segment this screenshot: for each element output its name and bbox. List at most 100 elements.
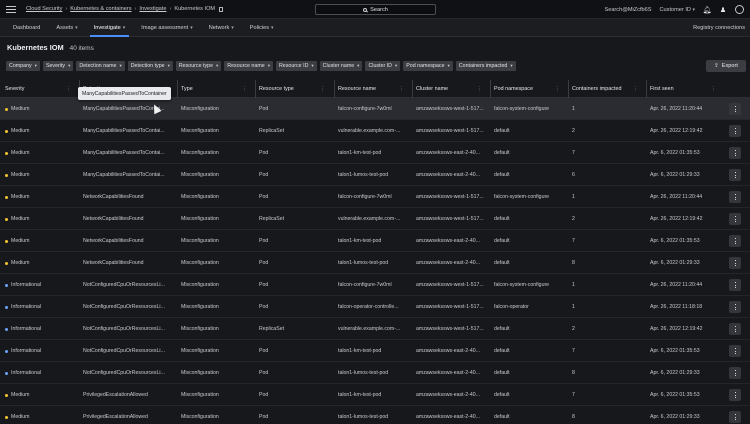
row-actions-button[interactable]	[729, 213, 741, 225]
breadcrumb-investigate[interactable]: Investigate	[139, 6, 166, 12]
export-button[interactable]: ⇪ Export	[706, 60, 746, 72]
table-row[interactable]: Medium ManyCapabilitiesPassedToContai... M…	[0, 164, 750, 186]
cell-detection[interactable]: NetworkCapabilitiesFound	[83, 252, 175, 274]
menu-icon[interactable]	[6, 5, 16, 13]
row-actions-button[interactable]	[729, 323, 741, 335]
row-actions-button[interactable]	[729, 191, 741, 203]
nav-network[interactable]: Network ▾	[201, 19, 242, 37]
cell-detection[interactable]: ManyCapabilitiesPassedToContai...	[83, 98, 175, 120]
table-row[interactable]: Informational NotConfiguredCpuOrResources…	[0, 318, 750, 340]
cell-detection[interactable]: NotConfiguredCpuOrResourcesLi...	[83, 362, 175, 384]
registry-connections-link[interactable]: Registry connections	[693, 25, 745, 31]
column-menu-icon[interactable]: ⋮	[66, 86, 71, 92]
column-menu-icon[interactable]: ⋮	[399, 86, 404, 92]
filter-severity[interactable]: Severity ▾	[42, 61, 74, 71]
table-row[interactable]: Informational NotConfiguredCpuOrResources…	[0, 296, 750, 318]
row-actions-button[interactable]	[729, 345, 741, 357]
cell-detection[interactable]: NetworkCapabilitiesFound	[83, 186, 175, 208]
table-row[interactable]: Medium NetworkCapabilitiesFound Misconfigu…	[0, 252, 750, 274]
table-row[interactable]: Medium PrivilegedEscalationAllowed Misconf…	[0, 384, 750, 406]
row-actions-button[interactable]	[729, 103, 741, 115]
cell-detection[interactable]: NotConfiguredCpuOrResourcesLi...	[83, 274, 175, 296]
column-header-resource-type[interactable]: Resource type ⋮	[255, 79, 331, 98]
table-row[interactable]: Informational NotConfiguredCpuOrResources…	[0, 340, 750, 362]
column-header-first-seen[interactable]: First seen ⋮	[646, 79, 722, 98]
row-actions-button[interactable]	[729, 279, 741, 291]
column-header-label: Containers impacted	[572, 85, 622, 92]
table-row[interactable]: Informational NotConfiguredCpuOrResources…	[0, 362, 750, 384]
nav-investigate[interactable]: Investigate ▾	[86, 19, 134, 37]
cell-detection[interactable]: ManyCapabilitiesPassedToContai...	[83, 120, 175, 142]
column-header-cluster-name[interactable]: Cluster name ⋮	[412, 79, 488, 98]
nav-assets[interactable]: Assets ▾	[48, 19, 85, 37]
cell-text: Pod	[259, 392, 269, 398]
row-actions-button[interactable]	[729, 411, 741, 423]
table-row[interactable]: Medium PrivilegedEscalationAllowed Misconf…	[0, 406, 750, 424]
table-row[interactable]: Medium NetworkCapabilitiesFound Misconfigu…	[0, 208, 750, 230]
filter-detection-name[interactable]: Detection name ▾	[76, 61, 125, 71]
row-actions-button[interactable]	[729, 367, 741, 379]
cell-detection[interactable]: NotConfiguredCpuOrResourcesLi...	[83, 318, 175, 340]
bell-icon[interactable]: 🔔︎	[703, 6, 712, 14]
avatar[interactable]	[735, 5, 744, 14]
cell-text: default	[494, 260, 510, 266]
filter-label: Containers impacted	[458, 63, 508, 69]
filter-cluster-id[interactable]: Cluster ID ▾	[365, 61, 401, 71]
severity-dot-icon	[5, 305, 8, 309]
column-menu-icon[interactable]: ⋮	[242, 86, 247, 92]
row-actions-button[interactable]	[729, 169, 741, 181]
table-row[interactable]: Medium ManyCapabilitiesPassedToContai... M…	[0, 120, 750, 142]
cell-text: falcon-system-configure	[494, 194, 550, 200]
cell-detection[interactable]: ManyCapabilitiesPassedToContai...	[83, 164, 175, 186]
column-header-containers-impacted[interactable]: Containers impacted ⋮	[568, 79, 644, 98]
user-account[interactable]: Search@MiZcfb6S	[604, 7, 651, 13]
row-actions-button[interactable]	[729, 301, 741, 313]
cell-ns: falcon-operator	[494, 296, 566, 318]
row-actions-button[interactable]	[729, 235, 741, 247]
table-row[interactable]: Medium ManyCapabilitiesPassedToContai... M…	[0, 98, 750, 120]
cell-detection[interactable]: ManyCapabilitiesPassedToContai...	[83, 142, 175, 164]
filter-resource-name[interactable]: Resource name ▾	[224, 61, 273, 71]
cell-detection[interactable]: PrivilegedEscalationAllowed	[83, 406, 175, 424]
column-menu-icon[interactable]: ⋮	[555, 86, 560, 92]
filter-resource-type[interactable]: Resource type ▾	[175, 61, 222, 71]
table-row[interactable]: Medium NetworkCapabilitiesFound Misconfigu…	[0, 186, 750, 208]
cell-detection[interactable]: NetworkCapabilitiesFound	[83, 230, 175, 252]
global-search-button[interactable]: Search	[315, 4, 436, 15]
column-menu-icon[interactable]: ⋮	[320, 86, 325, 92]
row-actions-button[interactable]	[729, 125, 741, 137]
breadcrumb-cloud-security[interactable]: Cloud Security	[26, 6, 62, 12]
cell-rname: falcon-configure-7w0ml	[338, 98, 410, 120]
column-menu-icon[interactable]: ⋮	[477, 86, 482, 92]
filter-company[interactable]: Company ▾	[6, 61, 40, 71]
column-menu-icon[interactable]: ⋮	[711, 86, 716, 92]
filter-cluster-name[interactable]: Cluster name ▾	[319, 61, 363, 71]
customer-selector[interactable]: Customer ID ▾	[660, 7, 695, 13]
nav-image-assessment[interactable]: Image assessment ▾	[133, 19, 200, 37]
nav-policies[interactable]: Policies ▾	[242, 19, 282, 37]
cell-detection[interactable]: NotConfiguredCpuOrResourcesLi...	[83, 296, 175, 318]
column-header-pod-namespace[interactable]: Pod namespace ⋮	[490, 79, 566, 98]
filter-pod-namespace[interactable]: Pod namespace ▾	[403, 61, 453, 71]
table-row[interactable]: Informational NotConfiguredCpuOrResources…	[0, 274, 750, 296]
filter-containers-impacted[interactable]: Containers impacted ▾	[455, 61, 516, 71]
filter-resource-id[interactable]: Resource ID ▾	[275, 61, 317, 71]
nav-dashboard[interactable]: Dashboard	[5, 19, 48, 37]
cell-detection[interactable]: NotConfiguredCpuOrResourcesLi...	[83, 340, 175, 362]
breadcrumb-kubernetes-containers[interactable]: Kubernetes & containers	[70, 6, 131, 12]
table-row[interactable]: Medium NetworkCapabilitiesFound Misconfigu…	[0, 230, 750, 252]
cell-text: Informational	[11, 326, 41, 332]
cell-detection[interactable]: NetworkCapabilitiesFound	[83, 208, 175, 230]
column-header-resource-name[interactable]: Resource name ⋮	[334, 79, 410, 98]
table-row[interactable]: Medium ManyCapabilitiesPassedToContai... M…	[0, 142, 750, 164]
row-actions-button[interactable]	[729, 389, 741, 401]
row-actions-button[interactable]	[729, 257, 741, 269]
column-menu-icon[interactable]: ⋮	[633, 86, 638, 92]
cell-detection[interactable]: PrivilegedEscalationAllowed	[83, 384, 175, 406]
bookmark-icon[interactable]	[219, 6, 224, 12]
user-icon[interactable]: ♟︎	[719, 6, 727, 14]
filter-detection-type[interactable]: Detection type ▾	[127, 61, 173, 71]
row-actions-button[interactable]	[729, 147, 741, 159]
column-header-type[interactable]: Type ⋮	[177, 79, 253, 98]
column-header-severity[interactable]: Severity ⋮	[5, 80, 77, 98]
